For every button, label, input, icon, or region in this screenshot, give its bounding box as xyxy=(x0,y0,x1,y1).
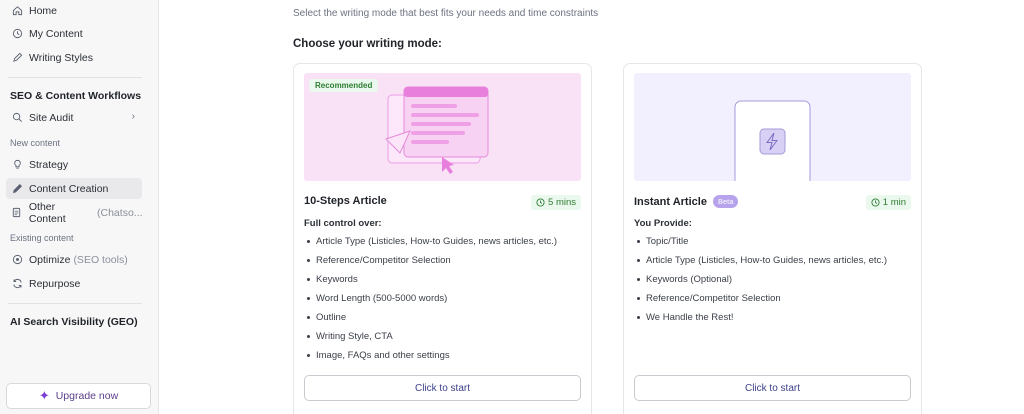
list-item: Word Length (500-5000 words) xyxy=(304,292,557,311)
card-illustration xyxy=(634,73,911,181)
sidebar-item-writing-styles[interactable]: Writing Styles xyxy=(6,47,142,68)
list-item: Article Type (Listicles, How-to Guides, … xyxy=(304,235,557,254)
card-list-title: You Provide: xyxy=(634,218,692,229)
sidebar-item-label: Other Content xyxy=(28,200,66,225)
start-10-steps-button[interactable]: Click to start xyxy=(304,375,581,401)
recommended-badge: Recommended xyxy=(309,79,379,92)
sidebar-item-label: Site Audit xyxy=(29,111,74,124)
beta-badge: Beta xyxy=(712,195,739,208)
sidebar-item-content-creation[interactable]: Content Creation xyxy=(6,178,142,199)
clock-icon xyxy=(536,198,545,207)
list-item: Topic/Title xyxy=(634,235,887,254)
card-list-title: Full control over: xyxy=(304,218,382,229)
refresh-icon xyxy=(11,278,23,290)
writing-mode-card-instant: Instant Article Beta 1 min You Provide: … xyxy=(623,63,922,414)
sidebar-item-note: (SEO tools) xyxy=(73,253,128,266)
card-illustration: Recommended xyxy=(304,73,581,181)
home-icon xyxy=(11,5,23,17)
list-item: Writing Style, CTA xyxy=(304,330,557,349)
sidebar-item-label: Strategy xyxy=(29,158,69,171)
list-item: Article Type (Listicles, How-to Guides, … xyxy=(634,254,887,273)
sidebar-item-site-audit[interactable]: Site Audit › xyxy=(6,107,142,128)
pen-icon xyxy=(11,52,23,64)
card-title-text: 10-Steps Article xyxy=(304,195,387,207)
list-item: Image, FAQs and other settings xyxy=(304,349,557,368)
sidebar-section-geo: AI Search Visibility (GEO) xyxy=(10,316,138,328)
page-subtitle: Select the writing mode that best fits y… xyxy=(293,8,599,19)
list-item: Keywords (Optional) xyxy=(634,273,887,292)
document-icon xyxy=(11,207,23,219)
history-icon xyxy=(11,28,23,40)
sidebar-divider xyxy=(8,77,142,78)
lightning-illustration xyxy=(734,100,811,181)
lightbulb-icon xyxy=(11,159,23,171)
sidebar-item-label: My Content xyxy=(29,27,83,40)
sidebar-item-label: Content Creation xyxy=(29,182,109,195)
sidebar-item-label: Repurpose xyxy=(29,277,81,290)
card-title: Instant Article Beta xyxy=(634,195,739,208)
sidebar-item-note: (Chatso... xyxy=(97,206,142,219)
time-badge-text: 1 min xyxy=(882,197,906,208)
time-badge: 5 mins xyxy=(531,195,581,210)
upgrade-button-label: Upgrade now xyxy=(55,390,119,402)
sidebar-item-strategy[interactable]: Strategy xyxy=(6,154,142,175)
sidebar-item-label: Home xyxy=(29,4,58,17)
list-item: Outline xyxy=(304,311,557,330)
sidebar-divider xyxy=(8,303,142,304)
list-item: Reference/Competitor Selection xyxy=(304,254,557,273)
sidebar-item-repurpose[interactable]: Repurpose xyxy=(6,273,142,294)
time-badge-text: 5 mins xyxy=(548,197,576,208)
sidebar-item-other-content[interactable]: Other Content (Chatso... xyxy=(6,200,142,225)
list-item: We Handle the Rest! xyxy=(634,311,887,330)
list-item: Reference/Competitor Selection xyxy=(634,292,887,311)
start-instant-button[interactable]: Click to start xyxy=(634,375,911,401)
list-item: Keywords xyxy=(304,273,557,292)
chevron-right-icon: › xyxy=(131,111,135,122)
pencil-icon xyxy=(11,183,23,195)
sparkle-icon: ✦ xyxy=(38,388,50,403)
clock-icon xyxy=(871,198,880,207)
sidebar: Home My Content Writing Styles SEO & Con… xyxy=(0,0,159,414)
sidebar-item-home[interactable]: Home xyxy=(6,0,142,21)
sidebar-section-seo: SEO & Content Workflows xyxy=(10,90,142,102)
card-title: 10-Steps Article xyxy=(304,195,387,207)
upgrade-button[interactable]: ✦ Upgrade now xyxy=(6,383,151,409)
target-icon xyxy=(11,254,23,266)
search-icon xyxy=(11,112,23,124)
sidebar-item-optimize[interactable]: Optimize (SEO tools) xyxy=(6,249,142,270)
time-badge: 1 min xyxy=(865,195,911,210)
feature-list: Article Type (Listicles, How-to Guides, … xyxy=(304,235,557,368)
sidebar-item-my-content[interactable]: My Content xyxy=(6,23,142,44)
writing-mode-card-10-steps: Recommended 10-Steps Article 5 mins Full… xyxy=(293,63,592,414)
sidebar-label-new-content: New content xyxy=(10,138,61,148)
sidebar-item-label: Writing Styles xyxy=(29,51,93,64)
sidebar-item-label: Optimize xyxy=(29,253,71,266)
feature-list: Topic/Title Article Type (Listicles, How… xyxy=(634,235,887,330)
sidebar-label-existing-content: Existing content xyxy=(10,233,74,243)
page-heading: Choose your writing mode: xyxy=(293,38,442,50)
card-title-text: Instant Article xyxy=(634,195,707,208)
